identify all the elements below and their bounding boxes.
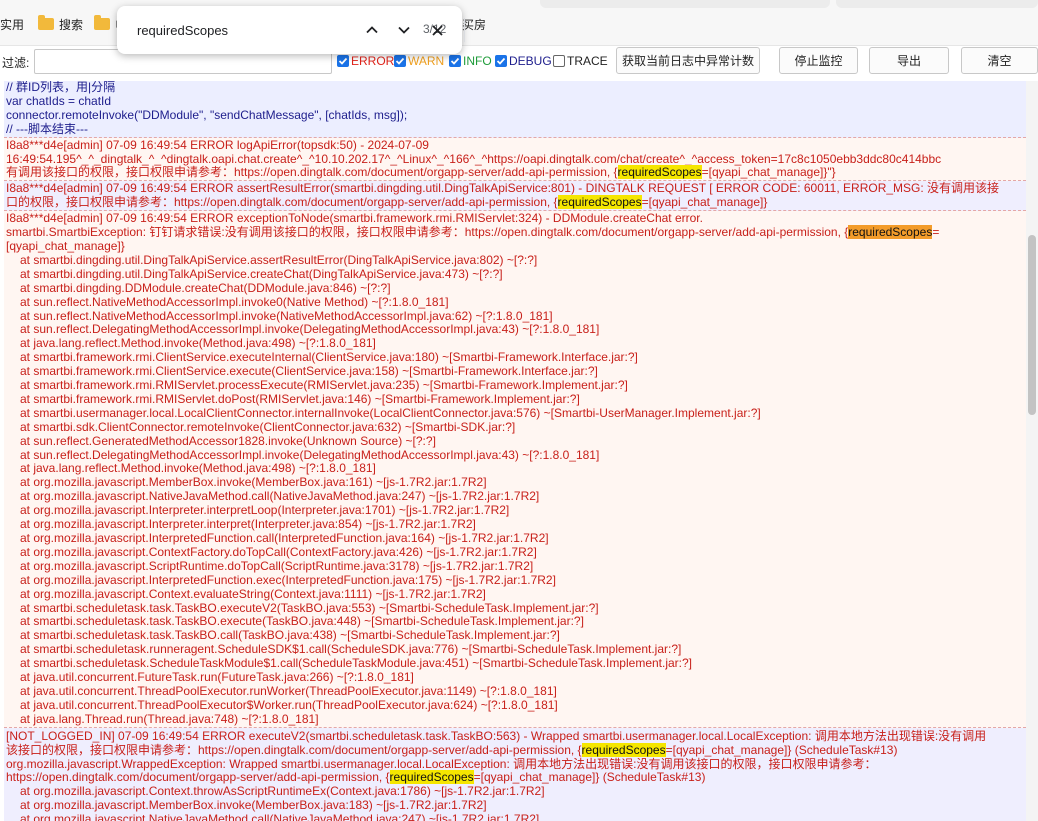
stack-trace-line: at org.mozilla.javascript.Interpreter.in…: [20, 503, 510, 518]
level-checkbox-warn[interactable]: WARN: [394, 54, 444, 68]
tab-strip-edge-2: [836, 0, 1038, 8]
stack-trace-line: at org.mozilla.javascript.Interpreter.in…: [20, 517, 476, 532]
filter-label: 过滤:: [2, 56, 30, 70]
checkbox-checked-icon: [337, 55, 349, 67]
log-scrollbar[interactable]: [1026, 81, 1038, 821]
stack-trace-line: at sun.reflect.DelegatingMethodAccessorI…: [20, 447, 600, 462]
scrollbar-thumb[interactable]: [1028, 235, 1036, 415]
chevron-down-icon: [398, 26, 410, 34]
log-line: [NOT_LOGGED_IN] 07-09 16:49:54 ERROR exe…: [6, 728, 987, 743]
bookmark-maifang[interactable]: 买房: [462, 15, 486, 33]
level-checkbox-trace[interactable]: TRACE: [553, 54, 608, 68]
find-next-button[interactable]: [394, 20, 414, 40]
level-checkbox-info[interactable]: INFO: [449, 54, 492, 68]
find-input[interactable]: [137, 20, 307, 40]
stack-trace-line: at sun.reflect.DelegatingMethodAccessorI…: [20, 322, 600, 337]
stack-trace-line: at smartbi.framework.rmi.ClientService.e…: [20, 350, 638, 365]
search-highlight: requiredScopes: [581, 742, 666, 757]
find-divider: [464, 18, 465, 42]
stack-trace-line: at java.lang.reflect.Method.invoke(Metho…: [20, 336, 376, 351]
log-line: org.mozilla.javascript.WrappedException:…: [6, 756, 877, 771]
get-exception-count-button[interactable]: 获取当前日志中异常计数: [616, 47, 760, 74]
close-icon: [431, 24, 443, 36]
log-line: [qyapi_chat_manage]}: [6, 238, 125, 253]
tab-strip-edge: [540, 0, 830, 8]
search-highlight: requiredScopes: [557, 195, 642, 210]
log-line: https://open.dingtalk.com/document/orgap…: [6, 770, 706, 785]
search-highlight: requiredScopes: [617, 165, 702, 180]
log-line: 口的权限，接口权限申请参考：https://open.dingtalk.com/…: [6, 195, 768, 210]
stack-trace-line: at org.mozilla.javascript.Context.throwA…: [20, 784, 545, 799]
search-highlight-current: requiredScopes: [848, 225, 933, 240]
stack-trace-line: at java.util.concurrent.ThreadPoolExecut…: [20, 683, 557, 698]
search-highlight: requiredScopes: [389, 770, 474, 785]
stack-trace-line: at org.mozilla.javascript.InterpretedFun…: [20, 531, 549, 545]
stack-trace-line: at java.lang.Thread.run(Thread.java:748)…: [20, 711, 319, 726]
folder-icon: [94, 15, 110, 30]
checkbox-unchecked-icon: [553, 55, 565, 67]
stack-trace-line: at smartbi.dingding.util.DingTalkApiServ…: [20, 266, 503, 281]
script-line: connector.remoteInvoke("DDModule", "send…: [6, 107, 408, 122]
script-line: var chatIds = chatId: [6, 93, 112, 108]
script-line: // ---脚本结束---: [6, 121, 88, 136]
level-checkbox-error[interactable]: ERROR: [337, 54, 394, 68]
chevron-up-icon: [366, 26, 378, 34]
export-button[interactable]: 导出: [869, 47, 949, 74]
stack-trace-line: at sun.reflect.NativeMethodAccessorImpl.…: [20, 294, 449, 309]
stack-trace-line: at org.mozilla.javascript.InterpretedFun…: [20, 572, 556, 587]
script-line: // 群ID列表，用|分隔: [6, 81, 116, 94]
stack-trace-line: at java.util.concurrent.FutureTask.run(F…: [20, 670, 414, 685]
bookmark-shiyong[interactable]: 实用: [0, 15, 24, 33]
log-line: 有调用该接口的权限，接口权限申请参考：https://open.dingtalk…: [6, 165, 836, 180]
stack-trace-line: at smartbi.usermanager.local.LocalClient…: [20, 405, 761, 420]
folder-icon: [38, 15, 54, 30]
find-bar: 3/12: [117, 6, 465, 54]
bookmark-sousuo[interactable]: 搜索: [38, 15, 83, 33]
stack-trace-line: at smartbi.scheduletask.ScheduleTaskModu…: [20, 656, 693, 671]
stack-trace: at smartbi.dingding.util.DingTalkApiServ…: [6, 252, 1026, 727]
stack-trace-line: at smartbi.sdk.ClientConnector.remoteInv…: [20, 419, 516, 434]
log-line: smartbi.SmartbiException: 钉钉请求错误:没有调用该接口…: [6, 225, 940, 240]
log-entry-wrapped-exception: [NOT_LOGGED_IN] 07-09 16:49:54 ERROR exe…: [4, 727, 1026, 821]
stack-trace-line: at org.mozilla.javascript.NativeJavaMeth…: [20, 489, 540, 504]
stack-trace-line: at sun.reflect.GeneratedMethodAccessor18…: [20, 433, 436, 448]
stop-monitor-button[interactable]: 停止监控: [779, 47, 858, 74]
log-output[interactable]: // 群ID列表，用|分隔 var chatIds = chatId conne…: [4, 81, 1026, 821]
find-close-button[interactable]: [427, 20, 447, 40]
log-line: I8a8***d4e[admin] 07-09 16:49:54 ERROR l…: [6, 137, 429, 152]
stack-trace-line: at smartbi.framework.rmi.RMIServlet.doPo…: [20, 391, 580, 406]
find-previous-button[interactable]: [362, 20, 382, 40]
stack-trace-line: at java.util.concurrent.ThreadPoolExecut…: [20, 697, 558, 712]
stack-trace-line: at smartbi.framework.rmi.ClientService.e…: [20, 364, 598, 379]
stack-trace-line: at smartbi.scheduletask.task.TaskBO.call…: [20, 628, 560, 643]
stack-trace-line: at smartbi.scheduletask.runneragent.Sche…: [20, 642, 682, 657]
stack-trace-line: at org.mozilla.javascript.ContextFactory…: [20, 544, 537, 559]
stack-trace-line: at org.mozilla.javascript.ScriptRuntime.…: [20, 558, 534, 573]
checkbox-checked-icon: [495, 55, 507, 67]
checkbox-checked-icon: [394, 55, 406, 67]
stack-trace-line: at smartbi.scheduletask.task.TaskBO.exec…: [20, 614, 584, 629]
stack-trace-line: at org.mozilla.javascript.MemberBox.invo…: [20, 798, 487, 813]
script-block: // 群ID列表，用|分隔 var chatIds = chatId conne…: [4, 81, 1026, 138]
level-checkbox-debug[interactable]: DEBUG: [495, 54, 552, 68]
checkbox-checked-icon: [449, 55, 461, 67]
stack-trace: at org.mozilla.javascript.Context.throwA…: [6, 784, 1026, 821]
stack-trace-line: at smartbi.dingding.util.DingTalkApiServ…: [20, 252, 538, 267]
stack-trace-line: at smartbi.dingding.DDModule.createChat(…: [20, 280, 391, 295]
clear-button[interactable]: 清空: [961, 47, 1038, 74]
stack-trace-line: at smartbi.scheduletask.task.TaskBO.exec…: [20, 600, 599, 615]
log-entry-api-error: I8a8***d4e[admin] 07-09 16:49:54 ERROR l…: [4, 137, 1026, 182]
log-entry-exception: I8a8***d4e[admin] 07-09 16:49:54 ERROR e…: [4, 211, 1026, 728]
log-entry-assert-error: I8a8***d4e[admin] 07-09 16:49:54 ERROR a…: [4, 181, 1026, 212]
stack-trace-line: at java.lang.reflect.Method.invoke(Metho…: [20, 461, 376, 476]
stack-trace-line: at sun.reflect.NativeMethodAccessorImpl.…: [20, 308, 553, 323]
stack-trace-line: at org.mozilla.javascript.MemberBox.invo…: [20, 475, 487, 490]
log-line: I8a8***d4e[admin] 07-09 16:49:54 ERROR e…: [6, 211, 703, 226]
stack-trace-line: at org.mozilla.javascript.Context.evalua…: [20, 586, 486, 601]
stack-trace-line: at org.mozilla.javascript.NativeJavaMeth…: [20, 812, 540, 821]
stack-trace-line: at smartbi.framework.rmi.RMIServlet.proc…: [20, 378, 628, 393]
log-line: 该接口的权限，接口权限申请参考：https://open.dingtalk.co…: [6, 742, 898, 757]
